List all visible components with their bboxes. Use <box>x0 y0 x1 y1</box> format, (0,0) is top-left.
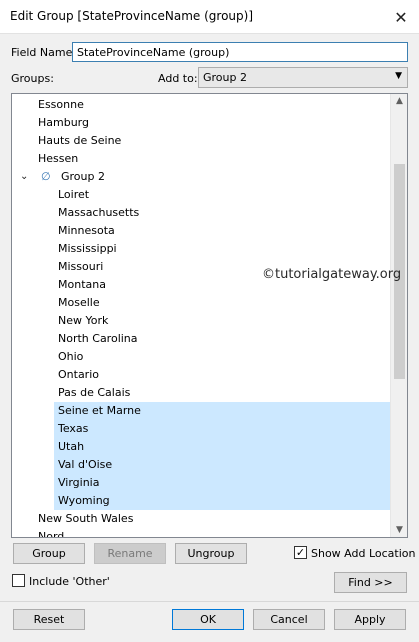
add-to-value: Group 2 <box>203 71 247 84</box>
scroll-down-icon[interactable]: ▼ <box>391 525 407 535</box>
ok-button[interactable]: OK <box>172 609 244 630</box>
list-item[interactable]: Massachusetts <box>12 204 391 222</box>
list-item-label: Wyoming <box>58 494 110 507</box>
include-other-checkbox[interactable] <box>12 574 25 587</box>
rename-button[interactable]: Rename <box>94 543 166 564</box>
group-button[interactable]: Group <box>13 543 85 564</box>
apply-button[interactable]: Apply <box>334 609 406 630</box>
list-item[interactable]: Ontario <box>12 366 391 384</box>
list-item[interactable]: Minnesota <box>12 222 391 240</box>
list-item-label: Mississippi <box>58 242 117 255</box>
footer-separator <box>0 601 419 602</box>
chevron-down-icon[interactable]: ⌄ <box>20 168 28 186</box>
list-item[interactable]: Seine et Marne <box>12 402 391 420</box>
list-item[interactable]: Ohio <box>12 348 391 366</box>
ungroup-button[interactable]: Ungroup <box>175 543 247 564</box>
list-item[interactable]: Essonne <box>12 96 391 114</box>
list-item[interactable]: Pas de Calais <box>12 384 391 402</box>
selection-highlight <box>54 438 390 456</box>
list-item[interactable]: New South Wales <box>12 510 391 528</box>
list-item[interactable]: Utah <box>12 438 391 456</box>
selection-highlight <box>54 474 390 492</box>
add-to-label: Add to: <box>158 72 198 85</box>
watermark: ©tutorialgateway.org <box>262 267 402 282</box>
close-icon[interactable]: ✕ <box>383 0 419 34</box>
list-item-label: Utah <box>58 440 85 453</box>
list-item-label: Moselle <box>58 296 100 309</box>
list-item-label: Minnesota <box>58 224 115 237</box>
list-item[interactable]: Wyoming <box>12 492 391 510</box>
scroll-up-icon[interactable]: ▲ <box>391 96 407 106</box>
window-title: Edit Group [StateProvinceName (group)] <box>10 9 254 23</box>
list-item-label: North Carolina <box>58 332 138 345</box>
list-item[interactable]: Hamburg <box>12 114 391 132</box>
include-other-label: Include 'Other' <box>29 575 110 588</box>
list-item-label: Nord <box>38 530 65 538</box>
group-row[interactable]: ⌄ ∅ Group 2 <box>12 168 391 186</box>
dropdown-arrow-icon: ▼ <box>395 71 402 81</box>
list-item-label: Seine et Marne <box>58 404 141 417</box>
list-item-label: Virginia <box>58 476 100 489</box>
list-item-label: Group 2 <box>61 170 105 183</box>
vertical-scrollbar[interactable]: ▲ ▼ <box>390 94 407 537</box>
list-item-label: Massachusetts <box>58 206 140 219</box>
list-item-label: Texas <box>58 422 89 435</box>
list-item-label: Pas de Calais <box>58 386 131 399</box>
paperclip-icon: ∅ <box>41 170 51 183</box>
groups-list[interactable]: Essonne Hamburg Hauts de Seine Hessen ⌄ ∅ Grou… <box>11 93 408 538</box>
list-item[interactable]: Hauts de Seine <box>12 132 391 150</box>
list-item-label: Montana <box>58 278 106 291</box>
list-item-label: Ohio <box>58 350 84 363</box>
show-add-location-label: Show Add Location <box>311 547 416 560</box>
list-item[interactable]: Mississippi <box>12 240 391 258</box>
find-button[interactable]: Find >> <box>334 572 407 593</box>
list-item[interactable]: Virginia <box>12 474 391 492</box>
groups-label: Groups: <box>11 72 54 85</box>
groups-list-rows: Essonne Hamburg Hauts de Seine Hessen ⌄ ∅ Grou… <box>12 96 391 538</box>
field-name-input[interactable] <box>72 42 408 62</box>
list-item-label: Hessen <box>38 152 79 165</box>
list-item[interactable]: Hessen <box>12 150 391 168</box>
list-item-label: Val d'Oise <box>58 458 113 471</box>
list-item-label: Loiret <box>58 188 90 201</box>
add-to-select[interactable]: Group 2 ▼ <box>198 67 408 88</box>
title-bar: Edit Group [StateProvinceName (group)] ✕ <box>0 0 419 34</box>
list-item-label: New York <box>58 314 109 327</box>
list-item[interactable]: Moselle <box>12 294 391 312</box>
list-item[interactable]: North Carolina <box>12 330 391 348</box>
cancel-button[interactable]: Cancel <box>253 609 325 630</box>
field-name-label: Field Name: <box>11 46 77 59</box>
show-add-location-checkbox[interactable]: ✓ <box>294 546 307 559</box>
list-item-label: Ontario <box>58 368 99 381</box>
reset-button[interactable]: Reset <box>13 609 85 630</box>
list-item[interactable]: Texas <box>12 420 391 438</box>
selection-highlight <box>54 420 390 438</box>
list-item[interactable]: Val d'Oise <box>12 456 391 474</box>
list-item-label: Hamburg <box>38 116 89 129</box>
list-item[interactable]: Nord <box>12 528 391 538</box>
list-item[interactable]: New York <box>12 312 391 330</box>
list-item[interactable]: Loiret <box>12 186 391 204</box>
list-item-label: Hauts de Seine <box>38 134 122 147</box>
list-item-label: Essonne <box>38 98 84 111</box>
list-item-label: New South Wales <box>38 512 134 525</box>
list-item-label: Missouri <box>58 260 104 273</box>
